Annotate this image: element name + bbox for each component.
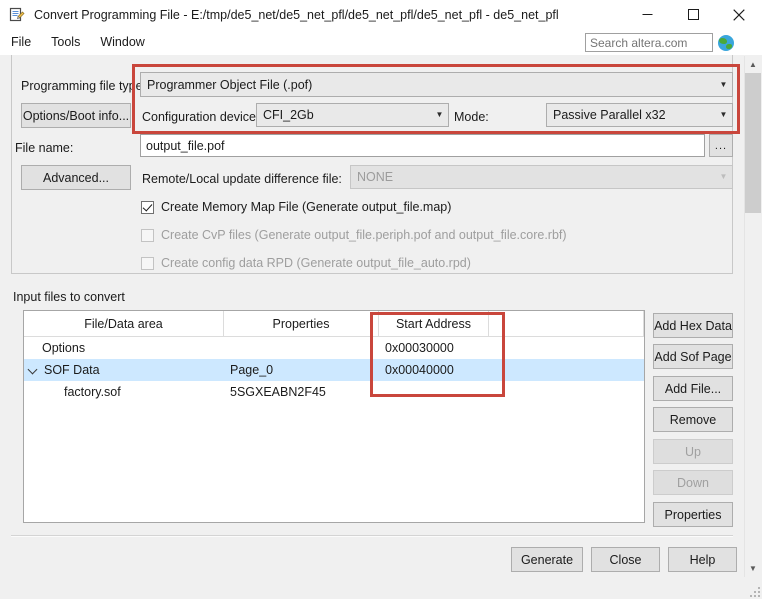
column-header-properties[interactable]: Properties (224, 311, 379, 336)
advanced-button[interactable]: Advanced... (21, 165, 131, 190)
create-cvp-files-checkbox-row: Create CvP files (Generate output_file.p… (141, 228, 567, 242)
chevron-down-icon: ▼ (719, 172, 728, 181)
scroll-viewport: Output programming file Programming file… (0, 55, 745, 599)
menu-tools[interactable]: Tools (42, 32, 89, 52)
remote-local-diff-combo[interactable]: NONE ▼ (350, 165, 733, 189)
mode-label: Mode: (454, 110, 489, 124)
file-name-input[interactable] (140, 134, 705, 157)
remote-local-diff-value: NONE (357, 170, 394, 184)
cell-file-data-area: factory.sof (64, 385, 121, 399)
globe-icon[interactable] (718, 34, 734, 51)
search-input[interactable] (585, 33, 713, 52)
cell-start-address: 0x00030000 (385, 341, 454, 355)
programming-file-type-combo[interactable]: Programmer Object File (.pof) ▼ (140, 72, 733, 97)
search-area (585, 33, 734, 52)
remote-local-diff-label: Remote/Local update difference file: (142, 172, 342, 186)
scrollbar-thumb[interactable] (745, 73, 761, 213)
convert-file-icon (9, 7, 25, 23)
move-down-button: Down (653, 470, 733, 495)
options-boot-info-button[interactable]: Options/Boot info... (21, 103, 131, 128)
create-cvp-files-label: Create CvP files (Generate output_file.p… (161, 228, 567, 242)
create-cvp-files-checkbox (141, 228, 154, 242)
maximize-button[interactable] (670, 0, 716, 29)
scrollbar-track[interactable] (745, 213, 761, 560)
chevron-down-icon[interactable]: ▼ (745, 560, 761, 577)
table-header-row: File/Data area Properties Start Address (24, 311, 644, 337)
add-hex-data-button[interactable]: Add Hex Data (653, 313, 733, 338)
menu-bar: File Tools Window (0, 29, 762, 55)
chevron-down-icon[interactable] (26, 363, 40, 377)
configuration-device-label: Configuration device: (142, 110, 260, 124)
configuration-device-value: CFI_2Gb (263, 108, 314, 122)
cell-file-data-area-text: SOF Data (44, 363, 100, 377)
file-name-label: File name: (15, 141, 74, 155)
cell-properties: 5SGXEABN2F45 (230, 385, 326, 399)
convert-programming-file-window: Convert Programming File - E:/tmp/de5_ne… (0, 0, 762, 599)
close-button[interactable]: Close (591, 547, 660, 572)
resize-grip[interactable] (748, 585, 760, 597)
properties-button[interactable]: Properties (653, 502, 733, 527)
create-config-data-rpd-checkbox (141, 256, 154, 270)
cell-properties: Page_0 (230, 363, 274, 377)
mode-combo[interactable]: Passive Parallel x32 ▼ (546, 103, 733, 127)
create-memory-map-label: Create Memory Map File (Generate output_… (161, 200, 452, 214)
chevron-up-icon[interactable]: ▲ (745, 56, 761, 73)
cell-file-data-area: Options (42, 341, 86, 355)
add-sof-page-button[interactable]: Add Sof Page (653, 344, 733, 369)
table-row[interactable]: Options 0x00030000 (24, 337, 644, 359)
browse-file-button[interactable]: ... (709, 134, 733, 157)
chevron-down-icon: ▼ (719, 79, 728, 89)
table-row[interactable]: SOF Data Page_0 0x00040000 (24, 359, 644, 381)
footer-divider (11, 535, 733, 537)
menu-file[interactable]: File (2, 32, 40, 52)
create-config-data-rpd-checkbox-row: Create config data RPD (Generate output_… (141, 256, 471, 270)
window-title: Convert Programming File - E:/tmp/de5_ne… (34, 7, 559, 22)
programming-file-type-value: Programmer Object File (.pof) (147, 77, 313, 92)
input-files-table[interactable]: File/Data area Properties Start Address … (23, 310, 645, 523)
input-files-legend: Input files to convert (13, 290, 125, 304)
minimize-button[interactable] (624, 0, 670, 29)
table-row[interactable]: factory.sof 5SGXEABN2F45 (24, 381, 644, 403)
vertical-scrollbar[interactable]: ▲ ▼ (744, 56, 761, 577)
programming-file-type-label: Programming file type: (21, 79, 147, 93)
column-header-file-data-area[interactable]: File/Data area (24, 311, 224, 336)
title-bar: Convert Programming File - E:/tmp/de5_ne… (0, 0, 762, 29)
close-window-button[interactable] (716, 0, 762, 29)
dialog-body: Output programming file Programming file… (0, 55, 762, 599)
cell-file-data-area: SOF Data (24, 363, 224, 377)
generate-button[interactable]: Generate (511, 547, 583, 572)
chevron-down-icon: ▼ (435, 110, 444, 119)
help-button[interactable]: Help (668, 547, 737, 572)
create-config-data-rpd-label: Create config data RPD (Generate output_… (161, 256, 471, 270)
column-header-blank[interactable] (489, 311, 644, 336)
create-memory-map-checkbox[interactable] (141, 200, 154, 214)
configuration-device-combo[interactable]: CFI_2Gb ▼ (256, 103, 449, 127)
cell-start-address: 0x00040000 (385, 363, 454, 377)
move-up-button: Up (653, 439, 733, 464)
create-memory-map-checkbox-row[interactable]: Create Memory Map File (Generate output_… (141, 200, 451, 214)
menu-window[interactable]: Window (91, 32, 153, 52)
column-header-start-address[interactable]: Start Address (379, 311, 489, 336)
remove-button[interactable]: Remove (653, 407, 733, 432)
mode-value: Passive Parallel x32 (553, 108, 666, 122)
add-file-button[interactable]: Add File... (653, 376, 733, 401)
chevron-down-icon: ▼ (719, 110, 728, 119)
